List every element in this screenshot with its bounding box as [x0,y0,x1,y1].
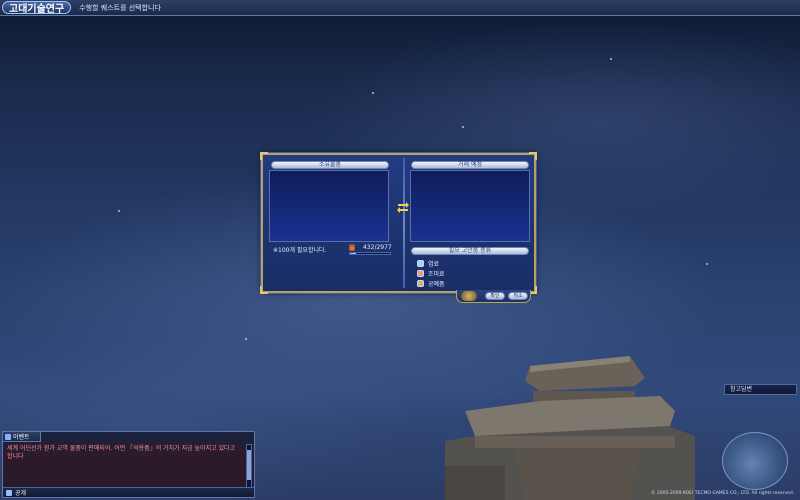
center-divider [403,158,405,288]
chat-tab-label: 이벤트 [13,434,30,441]
owned-items-pane[interactable] [269,170,389,242]
stone-tower [445,356,695,500]
star [372,92,374,94]
cancel-button[interactable]: 취소 [508,292,528,300]
frame-corner [529,152,537,160]
star [118,210,120,212]
skill-label: 공예품 [428,280,445,288]
quest-title-badge[interactable]: 고대기술연구 [2,1,72,15]
dye-icon [417,259,424,267]
skill-item-seasoning[interactable]: 조미료 [417,268,445,278]
button-tray: 확인 취소 [456,290,531,303]
confirm-button[interactable]: 확인 [485,292,505,300]
emblem-icon [461,291,477,301]
quest-hint-text: 수행할 퀘스트를 선택합니다 [79,3,161,12]
pot-icon [349,244,355,251]
copyright-text: © 2005-2009 KOEI TECMO GAMES CO., LTD. A… [651,491,795,496]
skill-item-craft[interactable]: 공예품 [417,278,445,288]
required-craft-type-header: 필요 고안품 종류 [411,247,529,255]
amount-counter: 432/2977 [363,244,392,251]
frame-corner [260,286,268,294]
chat-tab-event[interactable]: 이벤트 [3,432,41,442]
trade-planned-pane[interactable] [410,170,530,242]
event-icon [5,433,11,440]
chat-message: 세계 어딘선가 뭔가 교역 물품이 판매되어. 어떤 『석용품』의 가치가 지금… [7,445,236,460]
craft-icon [417,279,424,287]
star [245,338,247,340]
seasoning-icon [417,269,424,277]
exchange-window: 소유물품 거래 예정 ※100개 필요합니다. 432/2977 필요 고안품 … [260,152,537,294]
chat-mode-icon [6,489,12,496]
chat-window: 이벤트 세계 어딘선가 뭔가 교역 물품이 판매되어. 어떤 『석용품』의 가치… [2,431,255,498]
minimap[interactable] [722,432,788,490]
swap-arrows-icon[interactable] [396,200,410,214]
requirement-text: ※100개 필요합니다. [273,247,327,254]
progress-bar [349,252,391,255]
side-label[interactable]: 창고담변 [724,384,797,395]
star [462,126,464,128]
star [706,263,708,265]
owned-items-header: 소유물품 [271,161,389,169]
skill-list: 염료 조미료 공예품 [417,258,445,288]
scroll-thumb[interactable] [247,450,251,480]
skill-label: 염료 [428,260,440,268]
chat-mode-label: 공개 [15,490,27,497]
skill-item-dye[interactable]: 염료 [417,258,445,268]
chat-mode-bar[interactable]: 공개 [3,487,254,497]
chat-scrollbar[interactable] [246,444,252,488]
skill-label: 조미료 [428,270,445,278]
progress-fill [350,253,356,254]
star [610,58,612,60]
top-bar: 고대기술연구 수행할 퀘스트를 선택합니다 [0,0,800,16]
frame-corner [260,152,268,160]
trade-planned-header: 거래 예정 [411,161,529,169]
